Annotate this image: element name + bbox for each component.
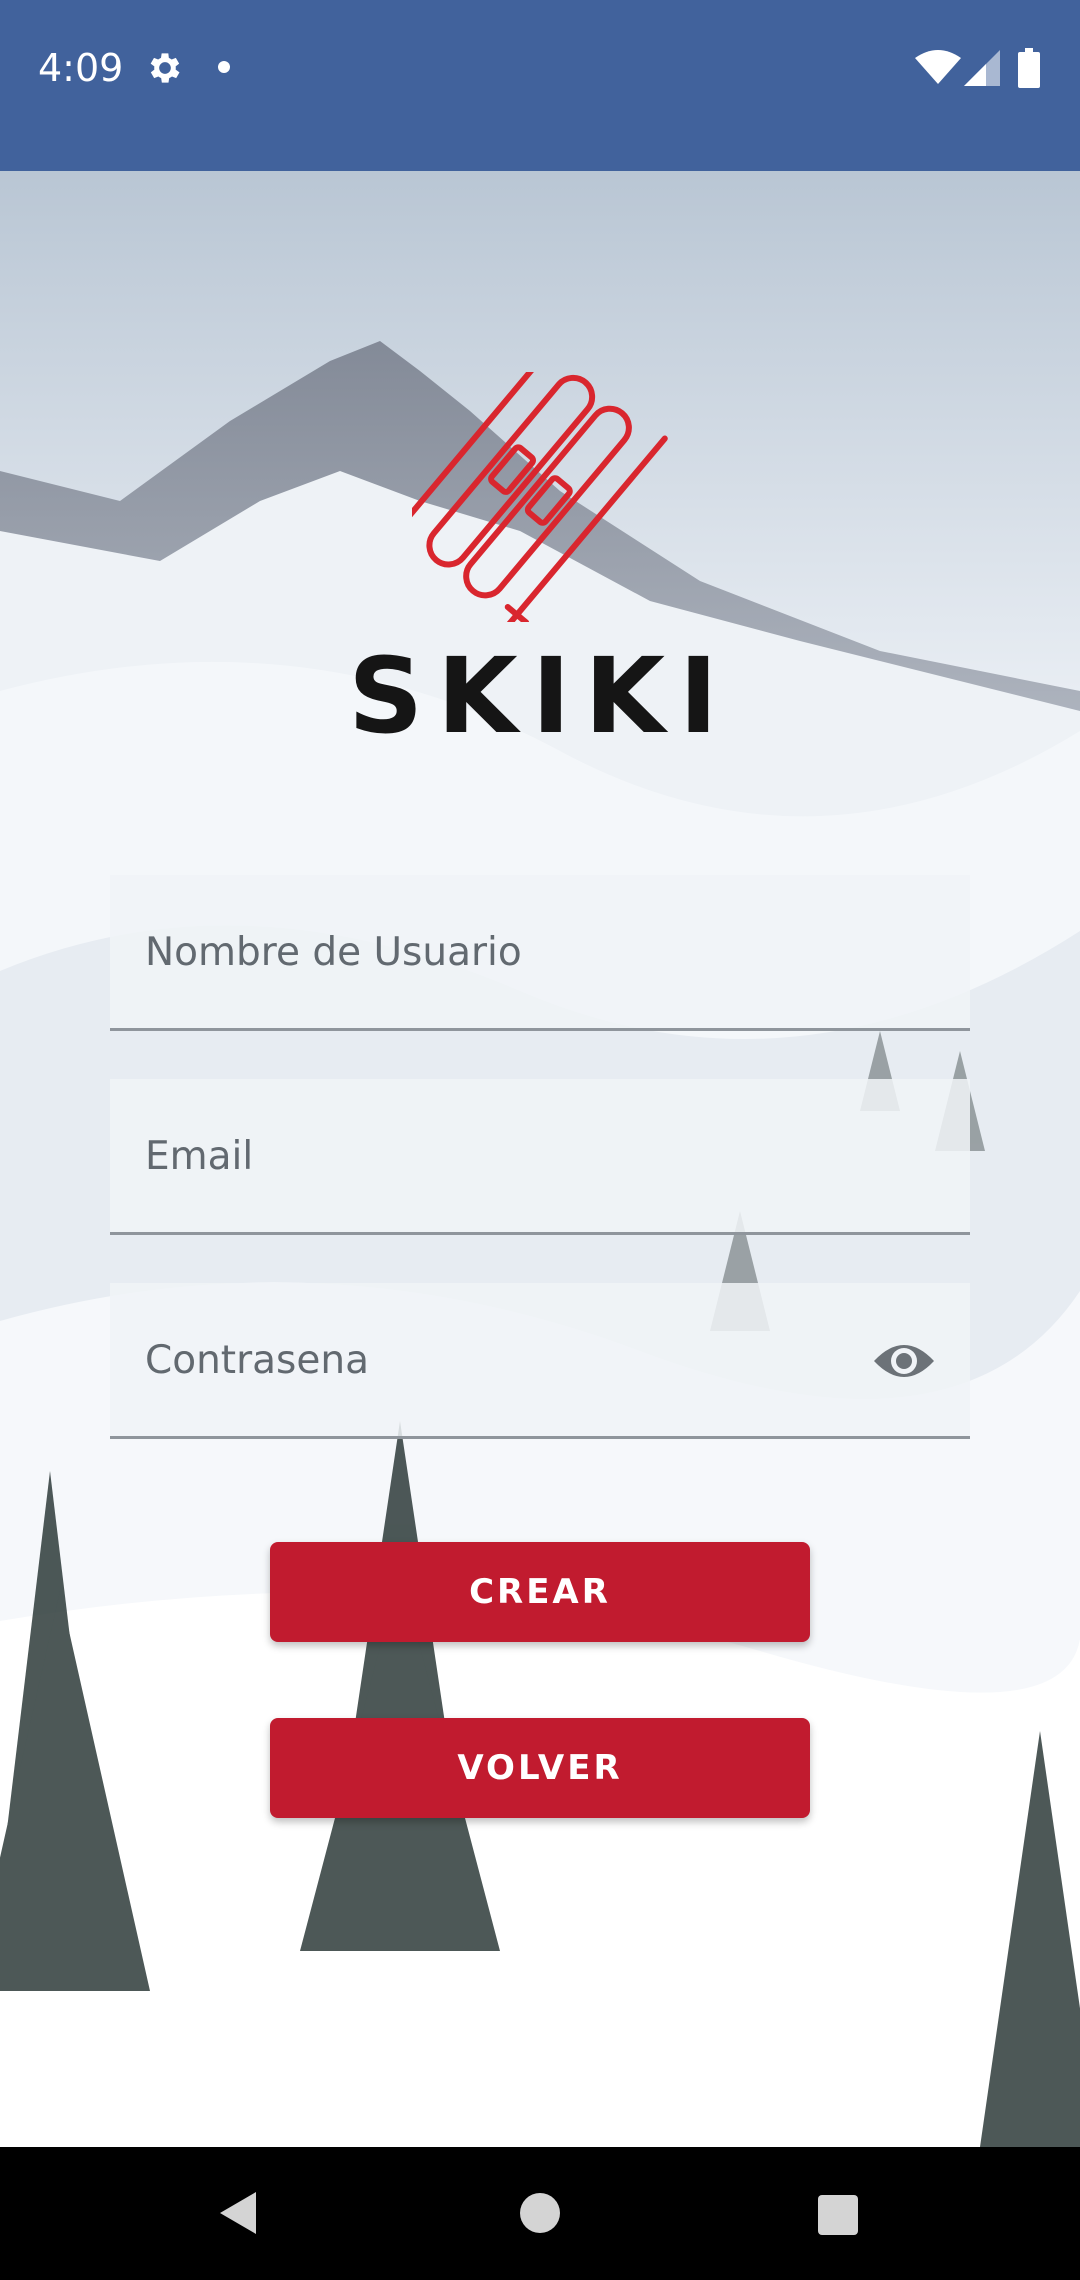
email-field[interactable] (110, 1079, 970, 1235)
username-input[interactable] (143, 875, 907, 1030)
username-field[interactable] (110, 875, 970, 1031)
cell-signal-icon (964, 50, 1000, 86)
status-bar: 4:09 (0, 0, 1080, 171)
gear-icon (150, 53, 180, 83)
back-triangle-icon[interactable] (216, 2190, 262, 2236)
home-circle-icon[interactable] (520, 2193, 560, 2233)
password-field[interactable] (110, 1283, 970, 1439)
wifi-icon (915, 50, 961, 84)
recents-square-icon[interactable] (818, 2195, 858, 2235)
status-time: 4:09 (38, 46, 124, 90)
eye-icon[interactable] (872, 1335, 936, 1387)
battery-icon (1018, 48, 1040, 88)
skis-and-poles-icon (412, 372, 668, 622)
password-input[interactable] (143, 1283, 907, 1438)
create-button[interactable]: CREAR (270, 1542, 810, 1642)
notification-dot-icon (218, 61, 230, 73)
back-button[interactable]: VOLVER (270, 1718, 810, 1818)
brand-logo-wordmark: SKIKI (348, 635, 732, 757)
email-input[interactable] (143, 1079, 907, 1234)
